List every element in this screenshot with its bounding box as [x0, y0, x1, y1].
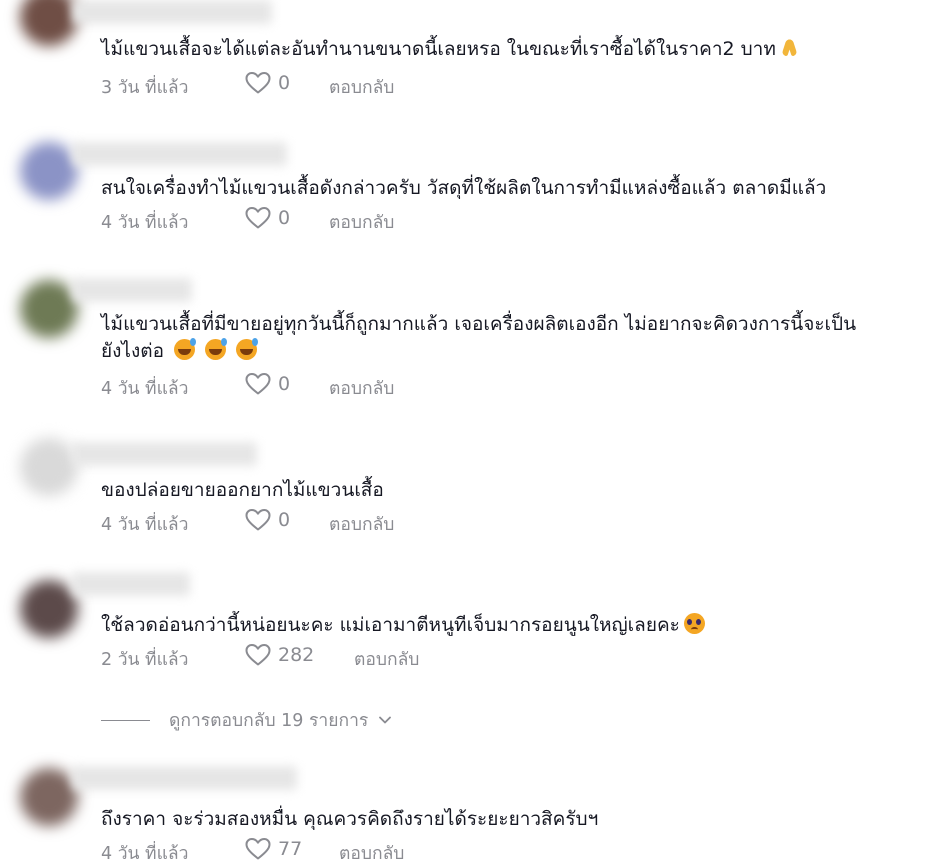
avatar[interactable]	[20, 768, 78, 826]
like-button[interactable]: 0	[245, 508, 290, 532]
reply-button[interactable]: ตอบกลับ	[354, 645, 419, 673]
username-blurred[interactable]	[72, 442, 257, 466]
comment-time: 4 วัน ที่แล้ว	[101, 213, 189, 233]
avatar[interactable]	[20, 580, 78, 638]
avatar[interactable]	[20, 142, 78, 200]
divider-line	[101, 719, 150, 721]
like-button[interactable]: 77	[245, 837, 302, 861]
username-blurred[interactable]	[72, 766, 297, 790]
avatar[interactable]	[20, 280, 78, 338]
like-count: 0	[278, 509, 291, 531]
like-count: 0	[278, 373, 291, 395]
like-button[interactable]: 0	[245, 372, 290, 396]
comment-text-line: ไม้แขวนเสื้อที่มีขายอยู่ทุกวันนี้ก็ถูกมา…	[101, 313, 857, 335]
comment-text: ใช้ลวดอ่อนกว่านี้หน่อยนะคะ แม่เอามาตีหนู…	[101, 612, 705, 639]
comment-text: สนใจเครื่องทำไม้แขวนเสื้อดังกล่าวครับ วั…	[101, 177, 827, 199]
comment-time: 4 วัน ที่แล้ว	[101, 379, 189, 399]
comment-text: ไม้แขวนเสื้อจะได้แต่ละอันทำนานขนาดนี้เลย…	[101, 36, 800, 63]
heart-outline-icon	[245, 644, 271, 666]
folded-hands-icon	[780, 38, 800, 58]
avatar[interactable]	[20, 438, 78, 496]
view-replies-label: ดูการตอบกลับ 19 รายการ	[169, 711, 369, 731]
pleading-face-icon	[683, 613, 705, 634]
like-button[interactable]: 282	[245, 643, 314, 667]
grinning-sweat-icon	[205, 338, 228, 360]
comment-text: ของปล่อยขายออกยากไม้แขวนเสื้อ	[101, 479, 384, 501]
comment-time: 3 วัน ที่แล้ว	[101, 78, 189, 98]
heart-outline-icon	[245, 373, 271, 395]
username-blurred[interactable]	[72, 572, 190, 596]
like-button[interactable]: 0	[245, 206, 290, 230]
reply-button[interactable]: ตอบกลับ	[329, 73, 394, 101]
chevron-down-icon	[379, 716, 392, 724]
username-blurred[interactable]	[72, 142, 287, 166]
reply-button[interactable]: ตอบกลับ	[329, 208, 394, 236]
like-count: 0	[278, 207, 291, 229]
comment-time: 4 วัน ที่แล้ว	[101, 515, 189, 535]
avatar[interactable]	[20, 0, 78, 46]
username-blurred[interactable]	[72, 278, 192, 302]
heart-outline-icon	[245, 72, 271, 94]
grinning-sweat-icon	[236, 338, 259, 360]
like-count: 282	[278, 644, 315, 666]
reply-button[interactable]: ตอบกลับ	[329, 510, 394, 538]
heart-outline-icon	[245, 207, 271, 229]
reply-button[interactable]: ตอบกลับ	[329, 374, 394, 402]
reply-button[interactable]: ตอบกลับ	[339, 839, 404, 867]
like-count: 0	[278, 72, 291, 94]
heart-outline-icon	[245, 838, 271, 860]
grinning-sweat-icon	[174, 338, 197, 360]
comment-text-line: ยังไงต่อ	[101, 338, 856, 365]
comment-text: ไม้แขวนเสื้อที่มีขายอยู่ทุกวันนี้ก็ถูกมา…	[101, 311, 856, 365]
like-button[interactable]: 0	[245, 71, 290, 95]
username-blurred[interactable]	[72, 0, 272, 24]
comment-text: ถึงราคา จะร่วมสองหมื่น คุณควรคิดถึงรายได…	[101, 808, 599, 830]
view-replies-button[interactable]: ดูการตอบกลับ 19 รายการ	[101, 706, 392, 734]
like-count: 77	[278, 838, 303, 860]
comment-time: 2 วัน ที่แล้ว	[101, 650, 189, 670]
heart-outline-icon	[245, 509, 271, 531]
comment-time: 4 วัน ที่แล้ว	[101, 844, 189, 864]
